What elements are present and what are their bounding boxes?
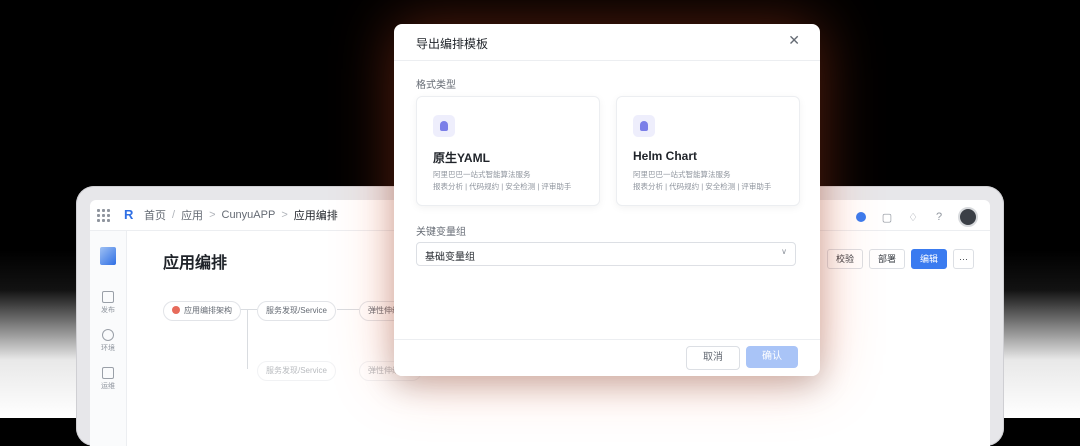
breadcrumb-home[interactable]: 首页 [144,207,166,223]
cancel-button[interactable]: 取消 [686,346,740,370]
format-type-label: 格式类型 [416,80,456,91]
node-label: 服务发现/Service [266,306,327,315]
card-desc-line: 报表分析 | 代码规约 | 安全检测 | 评审助手 [633,182,772,191]
app-grid-icon[interactable] [96,208,110,222]
rail-item-label: 发布 [101,307,115,314]
node-label: 服务发现/Service [266,366,327,375]
document-icon[interactable]: ▢ [880,210,894,224]
close-icon[interactable]: ✕ [788,33,800,47]
modal-title: 导出编排模板 [416,37,489,51]
export-template-modal: 导出编排模板 ✕ 格式类型 原生YAML 阿里巴巴一站式智能算法服务 报表分析 … [394,24,820,376]
rail-item-ops[interactable]: 运维 [90,367,126,391]
card-desc-line: 报表分析 | 代码规约 | 安全检测 | 评审助手 [433,182,572,191]
app-node-icon [172,306,180,314]
connector-line [337,309,359,310]
page-title: 应用编排 [163,255,228,272]
breadcrumb: 首页 / 应用 > CunyuAPP > 应用编排 [144,207,338,223]
breadcrumb-apps[interactable]: 应用 [181,207,203,223]
help-icon[interactable]: ? [932,210,946,224]
status-dot-icon[interactable] [854,210,868,224]
publish-icon [102,291,114,303]
rail-item-publish[interactable]: 发布 [90,291,126,315]
variable-group-label: 关键变量组 [416,227,466,238]
brand-logo-icon[interactable]: R [124,208,138,222]
modal-header: 导出编排模板 ✕ [394,24,820,61]
confirm-button[interactable]: 确认 [746,346,798,368]
node-service[interactable]: 服务发现/Service [257,361,336,381]
card-description: 阿里巴巴一站式智能算法服务 报表分析 | 代码规约 | 安全检测 | 评审助手 [433,169,571,193]
left-rail: 发布 环境 运维 [90,231,127,446]
ops-icon [102,367,114,379]
rail-item-env[interactable]: 环境 [90,329,126,353]
header-tools: ▢ ♢ ? [854,207,978,227]
breadcrumb-separator-icon: > [209,209,216,221]
card-description: 阿里巴巴一站式智能算法服务 报表分析 | 代码规约 | 安全检测 | 评审助手 [633,169,771,193]
breadcrumb-current: 应用编排 [293,210,338,222]
card-desc-line: 阿里巴巴一站式智能算法服务 [433,170,531,179]
select-value: 基础变量组 [425,252,475,263]
breadcrumb-app[interactable]: CunyuAPP [222,209,276,221]
variable-group-select[interactable]: 基础变量组 ∨ [416,242,796,266]
card-title: 原生YAML [433,151,490,165]
card-title: Helm Chart [633,149,698,163]
environment-icon [102,329,114,341]
rail-item-label: 运维 [101,383,115,390]
bulb-icon [433,115,455,137]
avatar[interactable] [958,207,978,227]
page-actions: 校验 部署 编辑 ··· [826,249,974,269]
card-desc-line: 阿里巴巴一站式智能算法服务 [633,170,731,179]
deploy-button[interactable]: 部署 [868,249,905,269]
bulb-icon [633,115,655,137]
node-root[interactable]: 应用编排架构 [163,301,241,321]
product-logo-icon [100,247,116,265]
validate-button[interactable]: 校验 [826,249,863,269]
node-label: 应用编排架构 [184,306,232,315]
connector-line [247,309,248,369]
rail-item-label: 环境 [101,345,115,352]
node-service[interactable]: 服务发现/Service [257,301,336,321]
chevron-down-icon: ∨ [781,247,787,256]
more-button[interactable]: ··· [953,249,974,269]
format-card-yaml[interactable]: 原生YAML 阿里巴巴一站式智能算法服务 报表分析 | 代码规约 | 安全检测 … [416,96,600,206]
bell-icon[interactable]: ♢ [906,210,920,224]
edit-button[interactable]: 编辑 [910,249,947,269]
breadcrumb-separator-icon: > [281,209,288,221]
format-card-helm[interactable]: Helm Chart 阿里巴巴一站式智能算法服务 报表分析 | 代码规约 | 安… [616,96,800,206]
modal-footer: 取消 确认 [394,339,820,376]
breadcrumb-separator-icon: / [172,209,176,221]
